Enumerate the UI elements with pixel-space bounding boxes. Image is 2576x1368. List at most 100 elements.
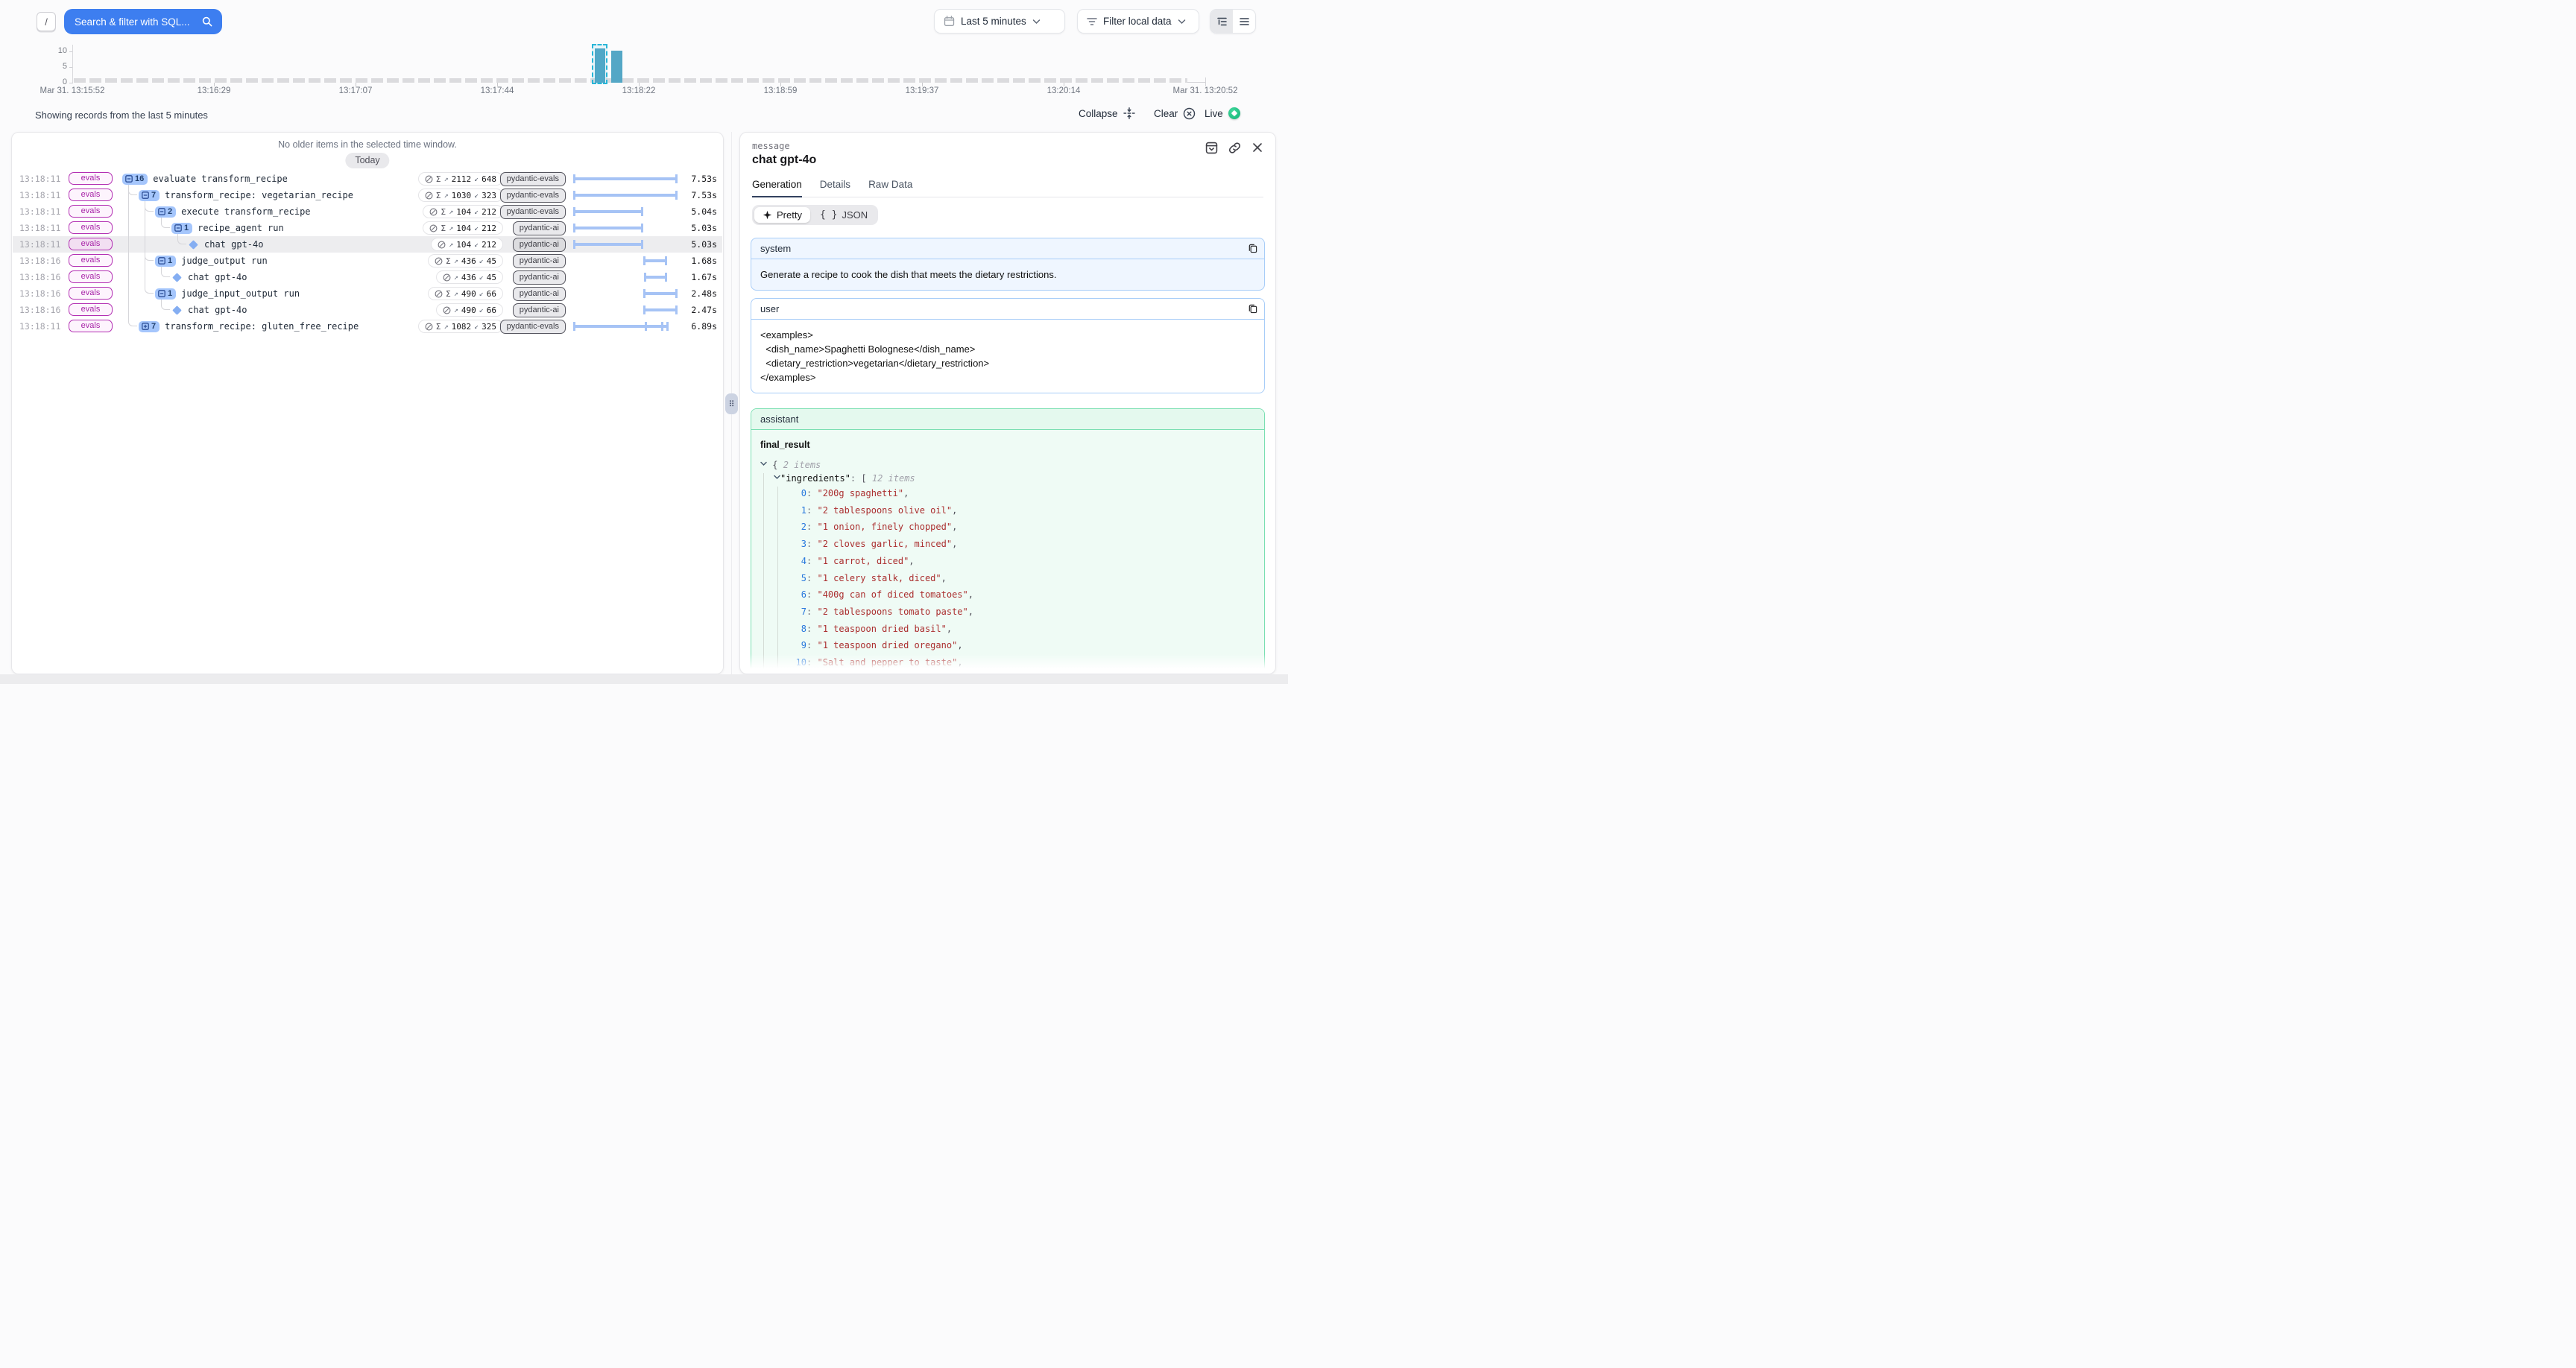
copy-icon[interactable] [1248,243,1257,253]
trace-row[interactable]: 13:18:11evalschat gpt-4o↗104↙212pydantic… [13,236,722,253]
x-axis-end-line [1187,82,1206,83]
input-tokens-arrow-icon: ↗ [444,323,449,331]
trace-row[interactable]: 13:18:16evalschat gpt-4o↗436↙45pydantic-… [13,269,722,285]
item-index: 0 [790,485,806,502]
item-string: "400g can of diced tomatoes" [817,589,967,600]
span-node[interactable]: 1recipe_agent run [171,220,284,236]
input-tokens: 490 [461,289,476,299]
trace-row[interactable]: 13:18:11evals1recipe_agent runΣ↗104↙212p… [13,220,722,236]
row-timestamp: 13:18:11 [19,187,60,203]
list-view-toggle[interactable] [1233,10,1255,33]
collapse-children-chip[interactable]: 1 [171,223,192,234]
span-node[interactable]: 7transform_recipe: gluten_free_recipe [139,318,359,335]
collapse-children-chip[interactable]: 2 [155,206,176,218]
span-name: judge_input_output run [181,288,300,299]
histogram-bar[interactable] [611,51,622,83]
json-root-line[interactable]: { 2 items [760,458,1255,472]
trace-row[interactable]: 13:18:16evals1judge_output runΣ↗436↙45py… [13,253,722,269]
copy-icon[interactable] [1248,303,1257,314]
collapse-button[interactable]: Collapse [1079,107,1135,119]
item-string: "1 teaspoon dried oregano" [817,640,957,650]
span-node[interactable]: chat gpt-4o [171,269,247,285]
duration-bar-end-cap [666,322,669,331]
tab-details[interactable]: Details [820,179,850,197]
tree-view-toggle[interactable] [1210,10,1233,33]
json-ingredients-line[interactable]: "ingredients": [ 12 items [760,472,1255,485]
tree-guide-line [777,487,778,673]
collapse-label: Collapse [1079,108,1118,119]
json-toggle[interactable]: { } JSON [812,207,876,223]
span-node[interactable]: chat gpt-4o [188,236,263,253]
trace-row[interactable]: 13:18:11evals16evaluate transform_recipe… [13,171,722,187]
user-message-text: <examples> <dish_name>Spaghetti Bolognes… [751,320,1264,393]
span-node[interactable]: 1 judge_input_output run [155,285,300,302]
item-index: 5 [790,570,806,587]
date-chip[interactable]: Today [345,153,389,168]
expand-children-chip[interactable]: 7 [139,321,160,332]
tree-view-icon [1216,16,1228,27]
scope-tag: pydantic-ai [513,287,566,301]
trace-list-panel: No older items in the selected time wind… [11,132,724,674]
pretty-json-toggle: Pretty { } JSON [752,205,878,225]
duration-bar-start-cap [573,191,575,200]
pretty-toggle[interactable]: Pretty [754,207,810,223]
trace-row[interactable]: 13:18:11evals2execute transform_recipeΣ↗… [13,203,722,220]
collapse-children-chip[interactable]: 7 [139,190,160,201]
clear-button[interactable]: Clear [1154,107,1196,120]
x-axis-label: Mar 31. 13:20:52 [1161,86,1250,95]
x-axis-label: 13:18:59 [736,86,825,95]
leaf-diamond-icon [172,273,182,282]
trace-row[interactable]: 13:18:11evals7transform_recipe: vegetari… [13,187,722,203]
evals-badge: evals [69,270,113,283]
duration-bar-start-cap [573,207,575,216]
json-array-item: 2: "1 onion, finely chopped", [760,519,1255,536]
panel-resize-handle[interactable]: ⠿ [725,393,738,414]
records-histogram[interactable]: 0510Mar 31. 13:15:5213:16:2913:17:0713:1… [0,39,1288,102]
tree-connector [161,267,170,277]
child-count: 7 [151,322,156,331]
save-view-icon[interactable] [1205,142,1218,154]
clear-label: Clear [1154,108,1178,119]
live-toggle[interactable]: Live [1205,107,1240,119]
collapse-children-chip[interactable]: 1 [155,288,176,300]
span-name: judge_output run [181,256,268,266]
logfire-live-view: / Search & filter with SQL... Last 5 min… [0,0,1288,684]
scope-tag: pydantic-ai [513,303,566,317]
output-tokens: 212 [482,224,496,233]
permalink-icon[interactable] [1228,142,1241,154]
span-node[interactable]: 1 judge_output run [155,253,268,269]
duration-text: 7.53s [691,171,717,187]
trace-row[interactable]: 13:18:11evals7transform_recipe: gluten_f… [13,318,722,335]
span-node[interactable]: chat gpt-4o [171,302,247,318]
trace-row[interactable]: 13:18:16evals1judge_input_output runΣ↗49… [13,285,722,302]
token-metrics-pill: Σ↗1082↙325 [418,320,503,333]
evals-badge: evals [69,254,113,267]
span-name: evaluate transform_recipe [153,174,288,184]
tree-connector [145,201,154,294]
collapse-children-chip[interactable]: 16 [122,174,148,185]
evals-badge: evals [69,221,113,234]
duration-bar [573,240,643,249]
showing-records-text: Showing records from the last 5 minutes [35,110,208,121]
span-node[interactable]: 7transform_recipe: vegetarian_recipe [139,187,353,203]
x-axis-label: Mar 31. 13:15:52 [28,86,117,95]
filter-local-data-dropdown[interactable]: Filter local data [1077,9,1199,34]
time-range-dropdown[interactable]: Last 5 minutes [934,9,1065,34]
evals-badge: evals [69,303,113,316]
duration-bar-end-cap [675,289,678,298]
row-timestamp: 13:18:11 [19,318,60,335]
span-node[interactable]: 16 evaluate transform_recipe [122,171,288,187]
child-count: 1 [168,256,172,265]
close-icon[interactable] [1251,142,1263,154]
span-node[interactable]: 2execute transform_recipe [155,203,311,220]
tab-raw-data[interactable]: Raw Data [868,179,912,197]
chevron-down-icon [1178,19,1186,25]
collapse-children-chip[interactable]: 1 [155,256,176,267]
input-tokens-arrow-icon: ↗ [454,273,458,282]
item-string: "1 teaspoon dried basil" [817,624,946,634]
collapse-icon [1123,107,1135,119]
trace-row[interactable]: 13:18:16evalschat gpt-4o↗490↙66pydantic-… [13,302,722,318]
search-sql-button[interactable]: Search & filter with SQL... [64,9,222,34]
tab-generation[interactable]: Generation [752,179,802,197]
input-tokens: 1030 [452,191,472,200]
